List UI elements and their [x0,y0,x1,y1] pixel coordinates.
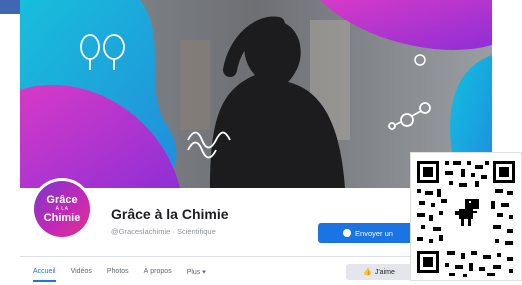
send-message-button[interactable]: Envoyer un [318,223,418,243]
messenger-icon [343,229,352,237]
tab-plus[interactable]: Plus ▾ [187,268,206,282]
page-tabs: Accueil Vidéos Photos À propos Plus ▾ [33,268,221,282]
facebook-corner [0,0,22,14]
thumbs-up-icon: 👍 [363,269,372,276]
profile-picture[interactable]: Grâce À LA Chimie [31,178,93,240]
tab-accueil[interactable]: Accueil [33,268,56,282]
tab-videos[interactable]: Vidéos [71,268,92,282]
page-handle: @Graceslachimie · Scientifique [111,227,216,236]
like-button[interactable]: 👍 J'aime [346,264,412,280]
logo-line-3: Chimie [43,211,81,224]
qr-code [410,152,522,281]
send-message-label: Envoyer un [355,228,393,238]
logo-line-1: Grâce [46,193,78,206]
qr-code-graphic [411,153,521,280]
logo-line-2: À LA [55,205,69,212]
page-title[interactable]: Grâce à la Chimie [111,206,229,222]
profile-logo: Grâce À LA Chimie [34,181,90,237]
tab-a-propos[interactable]: À propos [144,268,172,282]
dino-icon [451,195,483,229]
like-label: J'aime [374,268,395,276]
tab-photos[interactable]: Photos [107,268,129,282]
